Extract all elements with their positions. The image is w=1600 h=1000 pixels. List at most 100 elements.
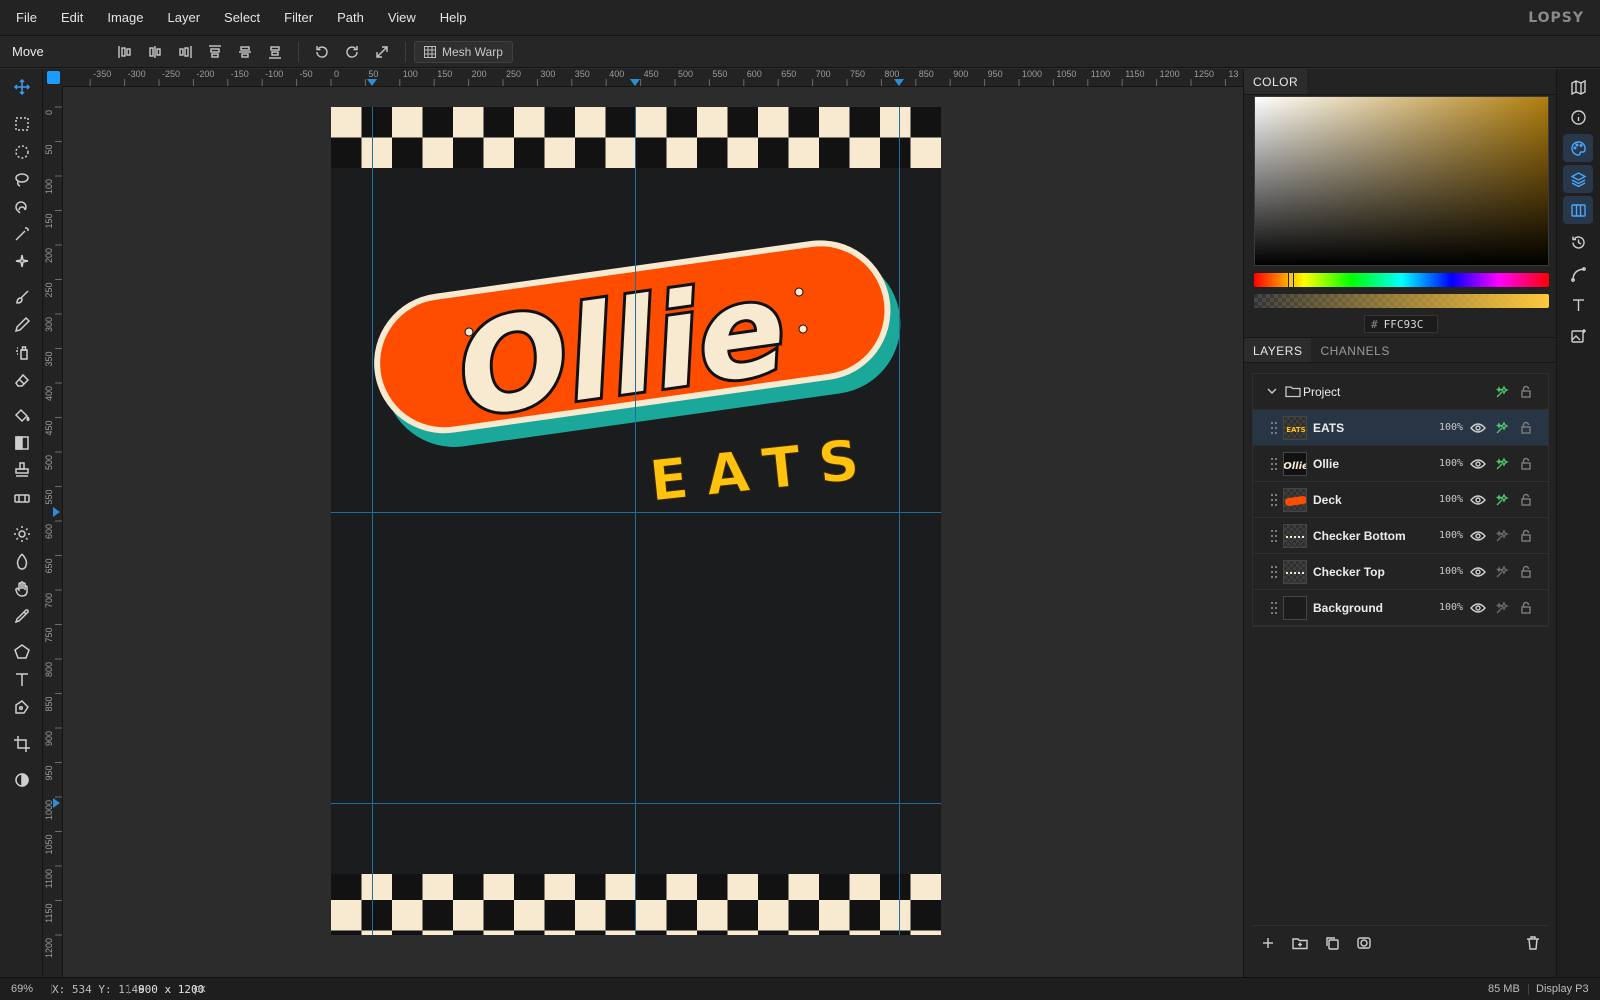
hand-tool[interactable] bbox=[8, 576, 36, 602]
eye-icon[interactable] bbox=[1470, 456, 1486, 472]
guide-marker[interactable] bbox=[894, 79, 904, 86]
canvas-workspace[interactable]: Ollie EATS bbox=[63, 87, 1243, 977]
guide-marker[interactable] bbox=[53, 798, 60, 808]
artboard[interactable]: Ollie EATS bbox=[331, 107, 941, 935]
hue-slider-thumb[interactable] bbox=[1288, 272, 1294, 288]
guide-vertical[interactable] bbox=[372, 107, 373, 935]
ellipse-select-tool[interactable] bbox=[8, 139, 36, 165]
color-picker-field[interactable] bbox=[1254, 96, 1549, 266]
lock-icon[interactable] bbox=[1518, 384, 1534, 400]
layer-row-checker-bottom[interactable]: Checker Bottom 100% bbox=[1253, 518, 1548, 554]
eye-icon[interactable] bbox=[1470, 420, 1486, 436]
polygon-tool[interactable] bbox=[8, 639, 36, 665]
chevron-down-icon[interactable] bbox=[1265, 384, 1279, 403]
menu-path[interactable]: Path bbox=[325, 0, 376, 36]
brush-tool[interactable] bbox=[8, 284, 36, 310]
eye-icon[interactable] bbox=[1470, 492, 1486, 508]
magic-wand-tool[interactable] bbox=[8, 221, 36, 247]
menu-edit[interactable]: Edit bbox=[49, 0, 95, 36]
drag-handle-icon[interactable] bbox=[1271, 530, 1279, 542]
paint-bucket-tool[interactable] bbox=[8, 402, 36, 428]
layer-name[interactable]: Background bbox=[1313, 601, 1383, 615]
tab-color[interactable]: COLOR bbox=[1244, 69, 1308, 94]
align-middle-button[interactable] bbox=[230, 40, 260, 64]
tab-layers[interactable]: LAYERS bbox=[1244, 338, 1312, 362]
lock-icon[interactable] bbox=[1518, 492, 1534, 508]
layer-opacity[interactable]: 100% bbox=[1439, 602, 1463, 613]
guide-horizontal[interactable] bbox=[331, 512, 941, 513]
layer-row-deck[interactable]: Deck 100% bbox=[1253, 482, 1548, 518]
align-bottom-button[interactable] bbox=[260, 40, 290, 64]
lasso-tool[interactable] bbox=[8, 166, 36, 192]
lock-icon[interactable] bbox=[1518, 528, 1534, 544]
fx-icon[interactable] bbox=[1494, 564, 1510, 580]
fx-icon[interactable] bbox=[1494, 384, 1510, 400]
menu-file[interactable]: File bbox=[0, 0, 49, 36]
layer-opacity[interactable]: 100% bbox=[1439, 458, 1463, 469]
layer-name[interactable]: Deck bbox=[1313, 493, 1342, 507]
guide-marker[interactable] bbox=[630, 79, 640, 86]
crop-tool[interactable] bbox=[8, 731, 36, 757]
type-panel-button[interactable] bbox=[1563, 291, 1593, 319]
hex-value[interactable]: FFC93C bbox=[1384, 318, 1424, 331]
lock-icon[interactable] bbox=[1518, 420, 1534, 436]
blur-tool[interactable] bbox=[8, 548, 36, 574]
delete-layer-button[interactable] bbox=[1517, 929, 1549, 957]
healing-tool[interactable] bbox=[8, 485, 36, 511]
drag-handle-icon[interactable] bbox=[1271, 494, 1279, 506]
add-mask-button[interactable] bbox=[1348, 929, 1380, 957]
guide-vertical[interactable] bbox=[635, 107, 636, 935]
layer-opacity[interactable]: 100% bbox=[1439, 422, 1463, 433]
fx-icon[interactable] bbox=[1494, 528, 1510, 544]
guide-marker[interactable] bbox=[53, 507, 60, 517]
guide-horizontal[interactable] bbox=[331, 803, 941, 804]
layer-row-ollie[interactable]: Ollie Ollie 100% bbox=[1253, 446, 1548, 482]
hue-slider[interactable] bbox=[1254, 272, 1549, 288]
mesh-warp-button[interactable]: Mesh Warp bbox=[414, 40, 513, 63]
fx-icon[interactable] bbox=[1494, 600, 1510, 616]
menu-layer[interactable]: Layer bbox=[156, 0, 213, 36]
zoom-level[interactable]: 69% bbox=[11, 983, 33, 995]
drag-handle-icon[interactable] bbox=[1271, 422, 1279, 434]
tab-channels[interactable]: CHANNELS bbox=[1311, 338, 1398, 362]
fx-icon[interactable] bbox=[1494, 492, 1510, 508]
guide-marker[interactable] bbox=[367, 79, 377, 86]
rotate-cw-button[interactable] bbox=[337, 40, 367, 64]
history-panel-button[interactable] bbox=[1563, 228, 1593, 256]
text-tool[interactable] bbox=[8, 667, 36, 693]
eye-icon[interactable] bbox=[1470, 528, 1486, 544]
fx-icon[interactable] bbox=[1494, 420, 1510, 436]
menu-select[interactable]: Select bbox=[212, 0, 272, 36]
layer-row-eats[interactable]: EATS EATS 100% bbox=[1253, 410, 1548, 446]
layer-name[interactable]: Ollie bbox=[1313, 457, 1339, 471]
spray-tool[interactable] bbox=[8, 339, 36, 365]
rect-select-tool[interactable] bbox=[8, 111, 36, 137]
vertical-ruler[interactable]: 0 50 100 150 200 250 300 350 400 450 500 550 600 650 7… bbox=[43, 87, 63, 977]
align-right-button[interactable] bbox=[170, 40, 200, 64]
layer-row-background[interactable]: Background 100% bbox=[1253, 590, 1548, 626]
move-tool[interactable] bbox=[8, 74, 36, 100]
lock-icon[interactable] bbox=[1518, 564, 1534, 580]
eye-icon[interactable] bbox=[1470, 600, 1486, 616]
menu-view[interactable]: View bbox=[376, 0, 428, 36]
drag-handle-icon[interactable] bbox=[1271, 566, 1279, 578]
dodge-tool[interactable] bbox=[8, 521, 36, 547]
layer-row-checker-top[interactable]: Checker Top 100% bbox=[1253, 554, 1548, 590]
hex-input[interactable]: # FFC93C bbox=[1364, 315, 1438, 333]
expand-button[interactable] bbox=[367, 40, 397, 64]
info-panel-button[interactable] bbox=[1563, 103, 1593, 131]
gradient-tool[interactable] bbox=[8, 430, 36, 456]
menu-image[interactable]: Image bbox=[95, 0, 155, 36]
menu-help[interactable]: Help bbox=[428, 0, 479, 36]
magnetic-lasso-tool[interactable] bbox=[8, 194, 36, 220]
duplicate-layer-button[interactable] bbox=[1316, 929, 1348, 957]
eye-icon[interactable] bbox=[1470, 564, 1486, 580]
paths-panel-button[interactable] bbox=[1563, 260, 1593, 288]
color-panel-button[interactable] bbox=[1563, 134, 1593, 162]
rotate-ccw-button[interactable] bbox=[307, 40, 337, 64]
ruler-origin-marker[interactable] bbox=[47, 71, 60, 84]
stamp-tool[interactable] bbox=[8, 457, 36, 483]
add-layer-button[interactable] bbox=[1252, 929, 1284, 957]
layer-opacity[interactable]: 100% bbox=[1439, 494, 1463, 505]
drag-handle-icon[interactable] bbox=[1271, 602, 1279, 614]
